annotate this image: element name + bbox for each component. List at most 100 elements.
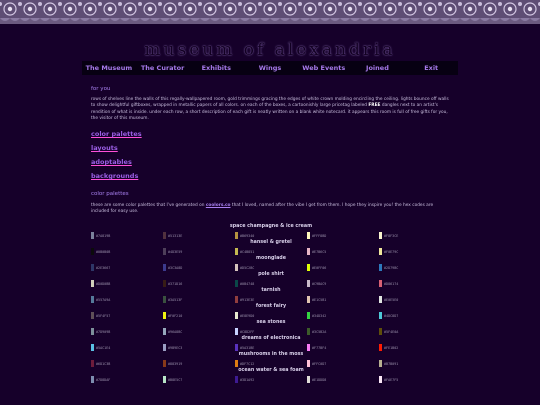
swatch-hex: #FFF8BD [312,233,327,238]
link-backgrounds[interactable]: backgrounds [91,172,451,180]
swatch-chip [163,312,166,319]
swatch-hex: #B7B091 [384,361,399,366]
swatch-hex: #2D79BC [384,265,399,270]
swatch-hex: #7D8DAF [96,377,111,382]
nav-exhibits[interactable]: Exhibits [189,61,243,75]
color-swatch: #3A513F [163,296,182,303]
coolors-link[interactable]: coolors.co [206,203,231,208]
swatch-hex: #D5C2BC [240,265,255,270]
nav-the-museum[interactable]: The Museum [82,61,136,75]
color-swatch: #7A819B [91,232,110,239]
swatch-chip [235,280,238,287]
color-swatch: #C9BAC9 [307,280,326,287]
color-swatch: #B69340 [235,232,254,239]
color-swatch: #E1DDD8 [307,376,326,383]
swatch-hex: #D86174 [384,281,399,286]
swatch-chip [163,296,166,303]
color-swatch: #E7B6C5 [307,248,326,255]
swatch-hex: #3A513F [168,297,183,302]
swatch-hex: #883919 [168,361,183,366]
swatch-chip [235,296,238,303]
swatch-chip [91,376,94,383]
intro-section: for you rows of shelves line the walls o… [91,86,451,216]
site-title: museum of alexandria [144,40,396,60]
swatch-hex: #0B0B0B [96,249,111,254]
color-swatch: #0B4748 [235,280,254,287]
color-swatch: #6D1C3B [91,360,110,367]
swatch-chip [235,232,238,239]
palette-name: mushrooms in the moss [238,352,304,357]
intro-paragraph: rows of shelves line the walls of this r… [91,97,451,122]
swatch-chip [307,280,310,287]
swatch-chip [307,312,310,319]
swatch-hex: #2E3667 [96,265,111,270]
link-color-palettes[interactable]: color palettes [91,130,451,138]
color-swatch: #371D16 [163,280,182,287]
color-swatch: #5F4F57 [91,312,110,319]
swatch-hex: #B8E5C7 [168,377,183,382]
swatch-chip [163,328,166,335]
color-swatch: #DF7C12 [235,360,254,367]
swatch-chip [91,344,94,351]
swatch-hex: #3C5B2A [312,329,327,334]
swatch-chip [379,280,382,287]
lace-border [0,0,540,24]
swatch-hex: #E1DDD8 [312,377,327,382]
color-swatch: #B7B091 [379,360,398,367]
swatch-chip [163,232,166,239]
palette-name: moonglade [255,256,286,261]
nav-joined[interactable]: Joined [351,61,405,75]
swatch-hex: #5AC1E4 [96,345,111,350]
swatch-hex: #E0FF06 [312,265,327,270]
color-swatch: #E0FF06 [307,264,326,271]
color-swatch: #5F4E0A [379,328,398,335]
palettes-text-a: these are some color palettes that I've … [91,203,205,209]
swatch-chip [163,344,166,351]
swatch-hex: #B69340 [240,233,255,238]
swatch-chip [307,248,310,255]
palette-swatch-row: #7A819B #51313E #B69340 #FFF8BD #F8F3CE [91,232,451,240]
color-swatch: #0B0B0B [91,248,110,255]
color-swatch: #34D342 [307,312,326,319]
swatch-chip [91,360,94,367]
swatch-chip [307,344,310,351]
color-swatch: #C8D2FF [235,328,254,335]
link-layouts[interactable]: layouts [91,144,451,152]
palettes-intro: these are some color palettes that I've … [91,203,451,216]
swatch-chip [91,312,94,319]
color-swatch: #883919 [163,360,182,367]
swatch-hex: #913E3E [240,297,255,302]
link-adoptables[interactable]: adoptables [91,158,451,166]
swatch-hex: #51313E [168,233,183,238]
nav-wings[interactable]: Wings [243,61,297,75]
swatch-chip [379,360,382,367]
nav-the-curator[interactable]: The Curator [136,61,190,75]
swatch-chip [379,376,382,383]
swatch-hex: #34D342 [312,313,327,318]
color-swatch: #5A31BE [235,344,254,351]
color-swatch: #4D3E59 [163,248,182,255]
color-swatch: #E1C5B1 [307,296,326,303]
swatch-chip [163,264,166,271]
swatch-hex: #371D16 [168,281,183,286]
swatch-chip [91,264,94,271]
swatch-hex: #DF7C12 [240,361,255,366]
nav-exit[interactable]: Exit [404,61,458,75]
color-swatch: #557A9A [91,296,110,303]
nav-web-events[interactable]: Web Events [297,61,351,75]
swatch-hex: #FAE7F5 [384,377,399,382]
swatch-chip [91,280,94,287]
swatch-chip [307,232,310,239]
swatch-chip [235,344,238,351]
swatch-chip [163,360,166,367]
color-swatch: #F77BF4 [307,344,326,351]
color-swatch: #96A8BC [163,328,182,335]
color-swatch: #FE1B02 [379,344,398,351]
palette-name: tarnish [261,288,281,293]
color-swatch: #2D79BC [379,264,398,271]
swatch-chip [379,328,382,335]
color-swatch: #51313E [163,232,182,239]
swatch-hex: #E8E9D0 [240,313,255,318]
palette-name: dreams of electronica [241,336,301,341]
color-swatch: #FAE7F5 [379,376,398,383]
